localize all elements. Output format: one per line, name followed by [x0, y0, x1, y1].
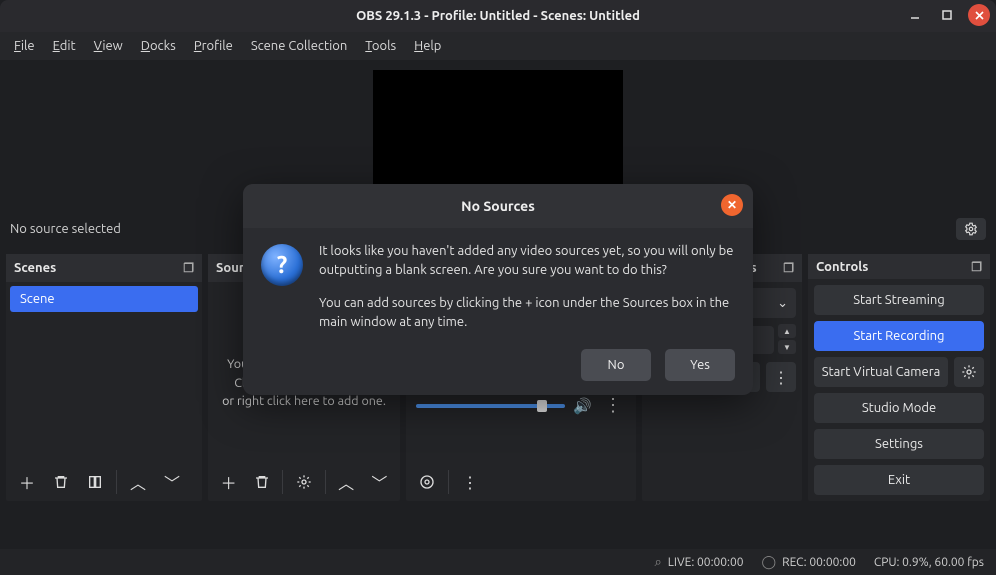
dialog-text-1: It looks like you haven't added any vide… — [319, 242, 735, 280]
dialog-yes-button[interactable]: Yes — [665, 349, 735, 381]
question-icon: ? — [261, 244, 303, 286]
dialog-text-2: You can add sources by clicking the + ic… — [319, 294, 735, 332]
no-sources-dialog: No Sources ✕ ? It looks like you haven't… — [243, 184, 753, 395]
dialog-no-button[interactable]: No — [581, 349, 651, 381]
dialog-close-button[interactable]: ✕ — [721, 194, 743, 216]
close-icon: ✕ — [727, 198, 737, 212]
modal-overlay: No Sources ✕ ? It looks like you haven't… — [0, 0, 996, 575]
dialog-title: No Sources — [461, 198, 535, 214]
